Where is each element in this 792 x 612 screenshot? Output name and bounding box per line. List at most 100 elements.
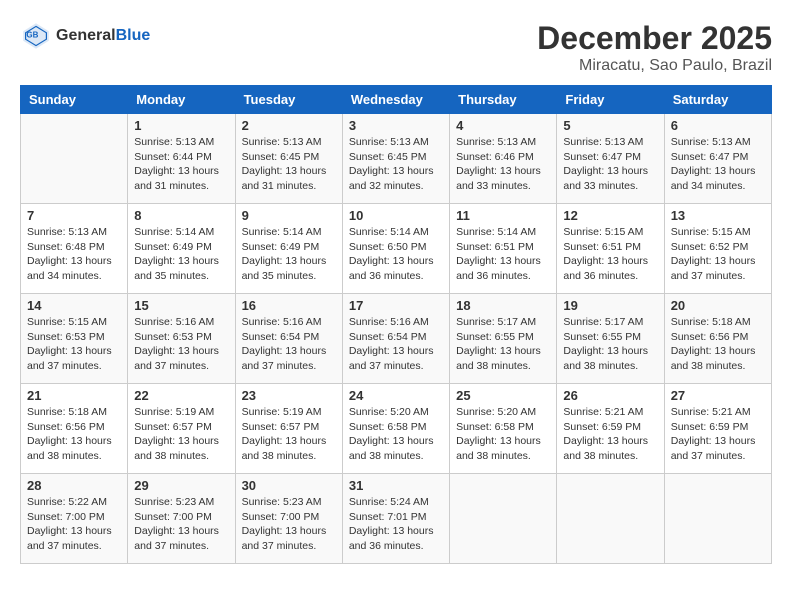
day-info: Sunrise: 5:14 AM Sunset: 6:49 PM Dayligh… (242, 225, 336, 284)
day-info: Sunrise: 5:23 AM Sunset: 7:00 PM Dayligh… (134, 495, 228, 554)
day-info: Sunrise: 5:14 AM Sunset: 6:51 PM Dayligh… (456, 225, 550, 284)
day-number: 25 (456, 388, 550, 403)
week-row-1: 1 Sunrise: 5:13 AM Sunset: 6:44 PM Daylig… (21, 114, 772, 204)
day-info: Sunrise: 5:22 AM Sunset: 7:00 PM Dayligh… (27, 495, 121, 554)
day-number: 24 (349, 388, 443, 403)
day-cell: 5 Sunrise: 5:13 AM Sunset: 6:47 PM Daylig… (557, 114, 664, 204)
day-cell: 1 Sunrise: 5:13 AM Sunset: 6:44 PM Daylig… (128, 114, 235, 204)
day-info: Sunrise: 5:23 AM Sunset: 7:00 PM Dayligh… (242, 495, 336, 554)
day-number: 9 (242, 208, 336, 223)
svg-text:GB: GB (26, 31, 38, 40)
day-cell (450, 474, 557, 564)
day-number: 2 (242, 118, 336, 133)
day-number: 12 (563, 208, 657, 223)
day-cell (21, 114, 128, 204)
day-cell: 15Sunrise: 5:16 AM Sunset: 6:53 PM Dayli… (128, 294, 235, 384)
title-area: December 2025 Miracatu, Sao Paulo, Brazi… (537, 20, 772, 75)
column-header-friday: Friday (557, 86, 664, 114)
day-info: Sunrise: 5:21 AM Sunset: 6:59 PM Dayligh… (563, 405, 657, 464)
day-number: 19 (563, 298, 657, 313)
day-info: Sunrise: 5:13 AM Sunset: 6:48 PM Dayligh… (27, 225, 121, 284)
day-number: 29 (134, 478, 228, 493)
day-cell: 2 Sunrise: 5:13 AM Sunset: 6:45 PM Daylig… (235, 114, 342, 204)
day-number: 16 (242, 298, 336, 313)
day-cell: 7 Sunrise: 5:13 AM Sunset: 6:48 PM Daylig… (21, 204, 128, 294)
day-info: Sunrise: 5:20 AM Sunset: 6:58 PM Dayligh… (349, 405, 443, 464)
day-cell: 9 Sunrise: 5:14 AM Sunset: 6:49 PM Daylig… (235, 204, 342, 294)
column-header-sunday: Sunday (21, 86, 128, 114)
day-info: Sunrise: 5:13 AM Sunset: 6:45 PM Dayligh… (349, 135, 443, 194)
day-number: 28 (27, 478, 121, 493)
day-number: 15 (134, 298, 228, 313)
day-number: 3 (349, 118, 443, 133)
week-row-2: 7 Sunrise: 5:13 AM Sunset: 6:48 PM Daylig… (21, 204, 772, 294)
day-info: Sunrise: 5:15 AM Sunset: 6:53 PM Dayligh… (27, 315, 121, 374)
day-number: 23 (242, 388, 336, 403)
day-cell: 23 Sunrise: 5:19 AM Sunset: 6:57 PM Dayli… (235, 384, 342, 474)
day-info: Sunrise: 5:16 AM Sunset: 6:54 PM Dayligh… (349, 315, 443, 374)
day-number: 18 (456, 298, 550, 313)
day-cell: 4 Sunrise: 5:13 AM Sunset: 6:46 PM Daylig… (450, 114, 557, 204)
logo-text: GeneralBlue (56, 27, 150, 45)
day-info: Sunrise: 5:20 AM Sunset: 6:58 PM Dayligh… (456, 405, 550, 464)
day-cell: 31 Sunrise: 5:24 AM Sunset: 7:01 PM Dayli… (342, 474, 449, 564)
day-cell: 3 Sunrise: 5:13 AM Sunset: 6:45 PM Daylig… (342, 114, 449, 204)
column-header-thursday: Thursday (450, 86, 557, 114)
day-number: 21 (27, 388, 121, 403)
day-number: 6 (671, 118, 765, 133)
logo: GB GeneralBlue (20, 20, 150, 52)
day-cell: 26Sunrise: 5:21 AM Sunset: 6:59 PM Dayli… (557, 384, 664, 474)
day-info: Sunrise: 5:18 AM Sunset: 6:56 PM Dayligh… (27, 405, 121, 464)
day-number: 14 (27, 298, 121, 313)
day-info: Sunrise: 5:13 AM Sunset: 6:46 PM Dayligh… (456, 135, 550, 194)
day-cell: 18 Sunrise: 5:17 AM Sunset: 6:55 PM Dayli… (450, 294, 557, 384)
day-info: Sunrise: 5:15 AM Sunset: 6:51 PM Dayligh… (563, 225, 657, 284)
day-cell: 12 Sunrise: 5:15 AM Sunset: 6:51 PM Dayli… (557, 204, 664, 294)
day-info: Sunrise: 5:13 AM Sunset: 6:45 PM Dayligh… (242, 135, 336, 194)
day-number: 7 (27, 208, 121, 223)
day-info: Sunrise: 5:13 AM Sunset: 6:44 PM Dayligh… (134, 135, 228, 194)
day-info: Sunrise: 5:21 AM Sunset: 6:59 PM Dayligh… (671, 405, 765, 464)
day-number: 1 (134, 118, 228, 133)
column-header-monday: Monday (128, 86, 235, 114)
day-number: 27 (671, 388, 765, 403)
header: GB GeneralBlue December 2025 Miracatu, S… (20, 20, 772, 75)
day-number: 31 (349, 478, 443, 493)
day-cell: 21 Sunrise: 5:18 AM Sunset: 6:56 PM Dayli… (21, 384, 128, 474)
day-info: Sunrise: 5:17 AM Sunset: 6:55 PM Dayligh… (456, 315, 550, 374)
day-info: Sunrise: 5:19 AM Sunset: 6:57 PM Dayligh… (242, 405, 336, 464)
day-number: 5 (563, 118, 657, 133)
day-cell: 28 Sunrise: 5:22 AM Sunset: 7:00 PM Dayli… (21, 474, 128, 564)
week-row-5: 28 Sunrise: 5:22 AM Sunset: 7:00 PM Dayli… (21, 474, 772, 564)
day-cell: 29 Sunrise: 5:23 AM Sunset: 7:00 PM Dayli… (128, 474, 235, 564)
column-header-wednesday: Wednesday (342, 86, 449, 114)
day-info: Sunrise: 5:14 AM Sunset: 6:50 PM Dayligh… (349, 225, 443, 284)
day-cell: 16Sunrise: 5:16 AM Sunset: 6:54 PM Dayli… (235, 294, 342, 384)
day-number: 22 (134, 388, 228, 403)
day-number: 13 (671, 208, 765, 223)
day-number: 10 (349, 208, 443, 223)
day-cell: 10 Sunrise: 5:14 AM Sunset: 6:50 PM Dayli… (342, 204, 449, 294)
week-row-4: 21 Sunrise: 5:18 AM Sunset: 6:56 PM Dayli… (21, 384, 772, 474)
day-info: Sunrise: 5:24 AM Sunset: 7:01 PM Dayligh… (349, 495, 443, 554)
day-info: Sunrise: 5:13 AM Sunset: 6:47 PM Dayligh… (563, 135, 657, 194)
day-info: Sunrise: 5:17 AM Sunset: 6:55 PM Dayligh… (563, 315, 657, 374)
day-info: Sunrise: 5:15 AM Sunset: 6:52 PM Dayligh… (671, 225, 765, 284)
day-number: 4 (456, 118, 550, 133)
day-cell: 17 Sunrise: 5:16 AM Sunset: 6:54 PM Dayli… (342, 294, 449, 384)
day-cell: 30Sunrise: 5:23 AM Sunset: 7:00 PM Dayli… (235, 474, 342, 564)
location: Miracatu, Sao Paulo, Brazil (537, 57, 772, 75)
month-year: December 2025 (537, 20, 772, 57)
logo-icon: GB (20, 20, 52, 52)
day-cell: 22Sunrise: 5:19 AM Sunset: 6:57 PM Dayli… (128, 384, 235, 474)
day-cell: 19 Sunrise: 5:17 AM Sunset: 6:55 PM Dayli… (557, 294, 664, 384)
column-header-saturday: Saturday (664, 86, 771, 114)
day-cell: 14 Sunrise: 5:15 AM Sunset: 6:53 PM Dayli… (21, 294, 128, 384)
day-info: Sunrise: 5:18 AM Sunset: 6:56 PM Dayligh… (671, 315, 765, 374)
day-info: Sunrise: 5:14 AM Sunset: 6:49 PM Dayligh… (134, 225, 228, 284)
day-cell: 25 Sunrise: 5:20 AM Sunset: 6:58 PM Dayli… (450, 384, 557, 474)
calendar-table: SundayMondayTuesdayWednesdayThursdayFrid… (20, 85, 772, 564)
day-cell: 13 Sunrise: 5:15 AM Sunset: 6:52 PM Dayli… (664, 204, 771, 294)
day-cell: 24 Sunrise: 5:20 AM Sunset: 6:58 PM Dayli… (342, 384, 449, 474)
day-number: 17 (349, 298, 443, 313)
